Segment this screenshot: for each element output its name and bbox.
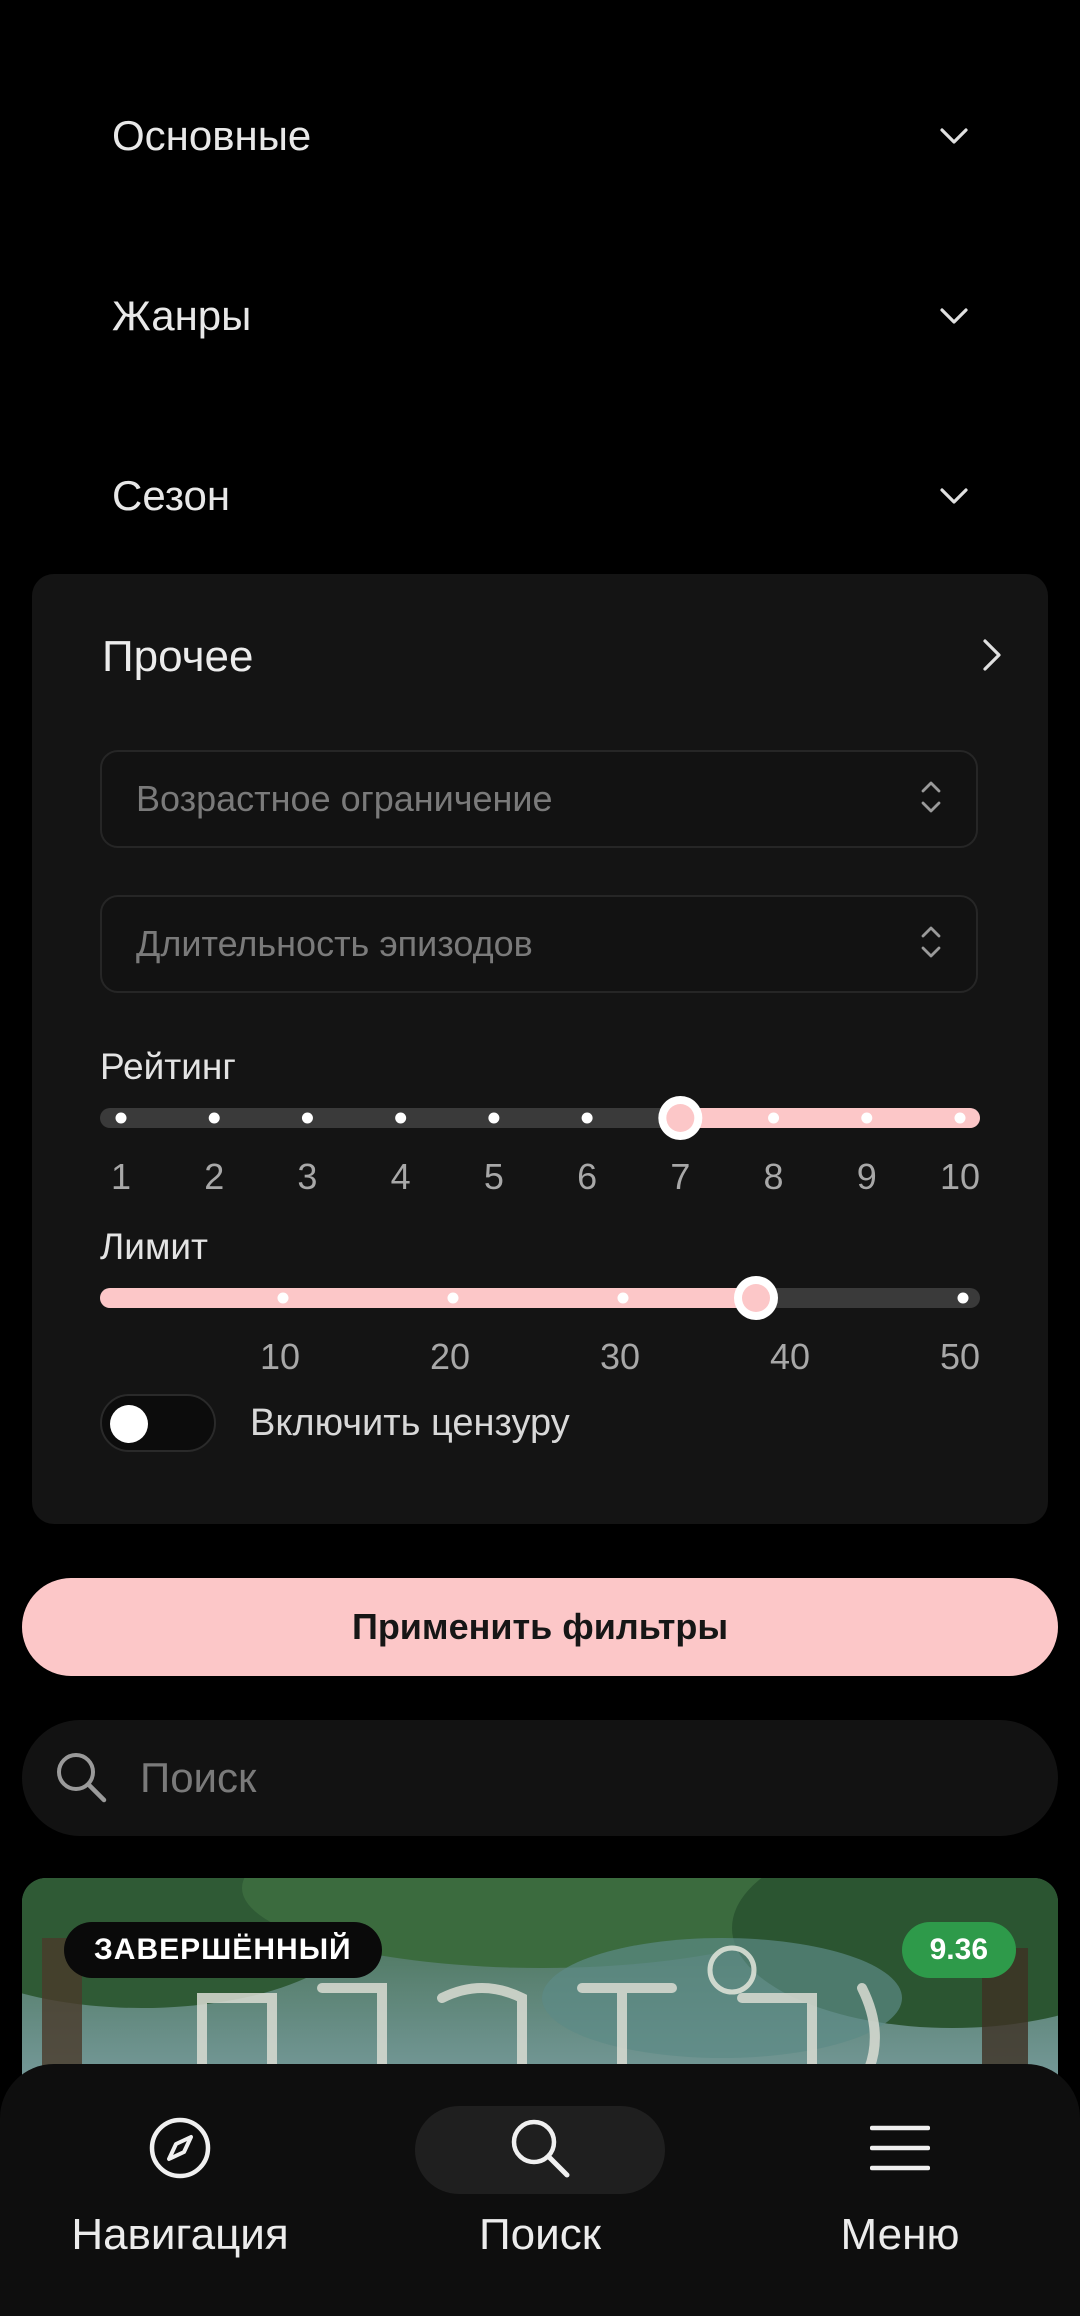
slider-tick-label: 9: [856, 1156, 877, 1197]
nav-pill-active: [415, 2106, 665, 2194]
chevron-down-icon: [938, 120, 970, 152]
score-badge: 9.36: [901, 1922, 1016, 1978]
toggle-knob: [110, 1405, 148, 1443]
slider-active-range: [100, 1288, 756, 1308]
nav-pill: [55, 2106, 305, 2194]
slider-step-dot: [957, 1292, 969, 1304]
other-panel-header[interactable]: Прочее: [102, 612, 1002, 702]
unfold-icon: [920, 778, 942, 821]
slider-step-dot: [301, 1112, 313, 1124]
slider-tick-label: 50: [939, 1336, 981, 1377]
censor-toggle[interactable]: [100, 1394, 216, 1452]
rating-slider[interactable]: [100, 1088, 980, 1148]
slider-tick-label: 40: [769, 1336, 811, 1377]
section-season-label: Сезон: [112, 472, 231, 519]
slider-thumb-center: [666, 1104, 695, 1132]
nav-item-navigation[interactable]: Навигация: [20, 2106, 340, 2286]
chevron-down-icon: [938, 480, 970, 512]
slider-thumb-center: [742, 1284, 770, 1312]
slider-tick-label: 10: [259, 1336, 301, 1377]
slider-tick-label: 1: [110, 1156, 132, 1197]
nav-item-menu[interactable]: Меню: [740, 2106, 1060, 2286]
nav-label-navigation: Навигация: [71, 2210, 289, 2259]
limit-label: Лимит: [100, 1226, 209, 1267]
slider-step-dot: [447, 1292, 459, 1304]
search-bar[interactable]: Поиск: [22, 1720, 1058, 1836]
slider-step-dot: [395, 1112, 407, 1124]
slider-tick-label: 3: [297, 1156, 318, 1197]
section-genres-label: Жанры: [112, 292, 252, 339]
status-badge: ЗАВЕРШЁННЫЙ: [64, 1922, 382, 1978]
slider-step-dot: [768, 1112, 780, 1124]
slider-tick-label: 7: [670, 1156, 691, 1197]
search-icon: [50, 1746, 114, 1810]
slider-step-dot: [277, 1292, 289, 1304]
nav-label-menu: Меню: [840, 2210, 960, 2259]
rating-label: Рейтинг: [100, 1046, 236, 1087]
nav-item-search[interactable]: Поиск: [380, 2106, 700, 2286]
slider-tick-label: 8: [763, 1156, 784, 1197]
section-basic[interactable]: Основные: [0, 76, 1080, 196]
limit-slider[interactable]: [100, 1268, 980, 1328]
slider-tick-label: 4: [390, 1156, 411, 1197]
limit-ticks: 10 20 30 40 50: [100, 1336, 980, 1386]
search-icon: [507, 2115, 573, 2186]
other-filters-panel: Прочее Возрастное ограничение Длительнос…: [32, 574, 1048, 1524]
censor-toggle-label: Включить цензуру: [250, 1401, 570, 1444]
bottom-navigation: Навигация Поиск Меню: [0, 2064, 1080, 2316]
slider-step-dot: [617, 1292, 629, 1304]
episode-duration-select[interactable]: Длительность эпизодов: [100, 895, 978, 993]
slider-tick-label: 2: [204, 1156, 225, 1197]
nav-label-search: Поиск: [479, 2210, 601, 2259]
unfold-icon: [920, 923, 942, 966]
slider-step-dot: [208, 1112, 220, 1124]
nav-pill: [775, 2106, 1025, 2194]
chevron-right-icon: [982, 638, 1002, 677]
search-placeholder: Поиск: [140, 1754, 257, 1801]
episode-duration-placeholder: Длительность эпизодов: [136, 923, 533, 964]
section-basic-label: Основные: [112, 112, 312, 159]
section-season[interactable]: Сезон: [0, 436, 1080, 556]
slider-step-dot: [954, 1112, 966, 1124]
slider-step-dot: [581, 1112, 593, 1124]
slider-tick-label: 30: [599, 1336, 641, 1377]
age-restriction-placeholder: Возрастное ограничение: [136, 778, 553, 819]
rating-ticks: 1 2 3 4 5 6 7 8 9 10: [100, 1156, 980, 1206]
slider-tick-label: 5: [483, 1156, 504, 1197]
age-restriction-select[interactable]: Возрастное ограничение: [100, 750, 978, 848]
slider-step-dot: [488, 1112, 500, 1124]
apply-filters-button[interactable]: Применить фильтры: [22, 1578, 1058, 1676]
slider-active-range: [680, 1108, 980, 1128]
section-genres[interactable]: Жанры: [0, 256, 1080, 376]
slider-tick-label: 6: [577, 1156, 598, 1197]
chevron-down-icon: [938, 300, 970, 332]
other-panel-title: Прочее: [102, 632, 254, 681]
compass-icon: [147, 2115, 213, 2186]
slider-tick-label: 10: [939, 1156, 981, 1197]
menu-icon: [869, 2123, 931, 2178]
slider-step-dot: [115, 1112, 127, 1124]
slider-step-dot: [861, 1112, 873, 1124]
slider-tick-label: 20: [429, 1336, 471, 1377]
censor-toggle-row: Включить цензуру: [100, 1394, 570, 1452]
